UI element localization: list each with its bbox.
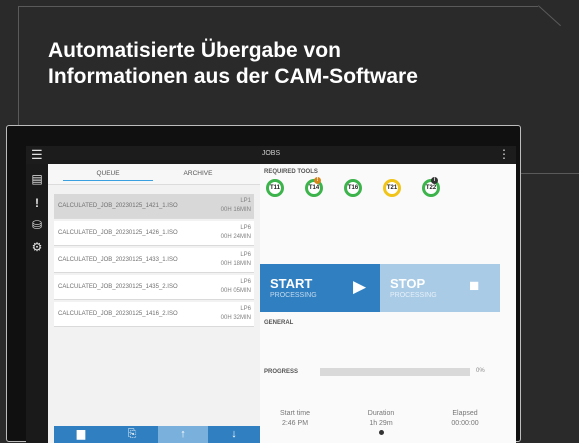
job-machine: LP6	[240, 306, 251, 312]
start-time-label: Start time	[280, 410, 310, 417]
tab-archive[interactable]: ARCHIVE	[153, 170, 243, 177]
job-meta: LP6 00H 05MIN	[221, 278, 251, 296]
background-frame-line	[520, 173, 579, 174]
job-machine: LP1	[240, 198, 251, 204]
start-time-value: 2:46 PM	[281, 420, 309, 427]
tool-indicator: T11	[266, 179, 284, 197]
tablet-device: ☰ JOBS ⋮ ▤ ! ⛁ ⚙ QUEUE ARCHIVE CALCULATE…	[6, 125, 521, 443]
job-action-bar: ▆ ⎘ ↑ ↓	[54, 426, 260, 443]
tool-label: T11	[269, 185, 280, 191]
job-machine: LP6	[240, 279, 251, 285]
background-frame-line	[538, 5, 561, 27]
job-machine: LP6	[240, 225, 251, 231]
job-list-panel: QUEUE ARCHIVE CALCULATED_JOB_20230125_14…	[48, 164, 260, 443]
settings-icon[interactable]: ⚙	[26, 240, 48, 254]
headline: Automatisierte Übergabe von Informatione…	[48, 38, 528, 90]
duration-label: Duration	[367, 410, 395, 417]
job-meta: LP6 00H 24MIN	[221, 224, 251, 242]
required-tools-label: REQUIRED TOOLS	[264, 169, 318, 175]
tool-indicator: T22 i	[422, 177, 440, 197]
start-button-label: START	[270, 276, 313, 291]
job-time: 00H 18MIN	[220, 261, 251, 267]
job-meta: LP6 00H 18MIN	[221, 251, 251, 269]
job-detail-panel: REQUIRED TOOLS T11 T14 ! T16 T21 T22 i S…	[260, 164, 516, 443]
job-meta: LP6 00H 32MIN	[221, 305, 251, 323]
info-badge-icon: i	[431, 177, 438, 184]
list-icon[interactable]: ▤	[26, 172, 48, 186]
job-row[interactable]: CALCULATED_JOB_20230125_1433_1.ISO LP6 0…	[54, 248, 254, 273]
job-name: CALCULATED_JOB_20230125_1435_2.ISO	[58, 284, 178, 290]
tool-label: T16	[347, 185, 359, 191]
database-icon[interactable]: ⛁	[26, 218, 48, 232]
stop-icon: ■	[469, 276, 480, 295]
background-frame-line	[18, 6, 538, 7]
job-row[interactable]: CALCULATED_JOB_20230125_1416_2.ISO LP6 0…	[54, 302, 254, 327]
job-row[interactable]: CALCULATED_JOB_20230125_1435_2.ISO LP6 0…	[54, 275, 254, 300]
tool-label: T21	[386, 185, 398, 191]
more-options-icon[interactable]: ⋮	[498, 147, 510, 161]
progress-label: PROGRESS	[264, 369, 299, 375]
page-indicator[interactable]	[379, 430, 384, 435]
job-name: CALCULATED_JOB_20230125_1416_2.ISO	[58, 311, 178, 317]
tool-label: T22	[425, 185, 437, 191]
progress-bar	[320, 368, 470, 376]
move-up-icon[interactable]: ↑	[158, 426, 208, 443]
start-processing-button[interactable]: START PROCESSING ▶	[260, 264, 380, 312]
job-machine: LP6	[240, 252, 251, 258]
headline-line-2: Informationen aus der CAM-Software	[48, 65, 418, 88]
tool-indicator: T14 !	[305, 177, 323, 197]
stop-button-label: STOP	[390, 276, 426, 291]
job-time: 00H 05MIN	[220, 288, 251, 294]
headline-line-1: Automatisierte Übergabe von	[48, 39, 341, 62]
sidebar: ▤ ! ⛁ ⚙	[26, 164, 48, 443]
page-title: JOBS	[261, 150, 281, 157]
start-button-sublabel: PROCESSING	[270, 292, 317, 299]
job-name: CALCULATED_JOB_20230125_1426_1.ISO	[58, 230, 178, 236]
tool-indicator: T21	[383, 179, 401, 197]
stop-button-sublabel: PROCESSING	[390, 292, 437, 299]
duration-stat: Duration 1h 29m	[351, 409, 411, 429]
move-down-icon[interactable]: ↓	[209, 426, 259, 443]
app-screen: ☰ JOBS ⋮ ▤ ! ⛁ ⚙ QUEUE ARCHIVE CALCULATE…	[26, 146, 516, 443]
job-row[interactable]: CALCULATED_JOB_20230125_1426_1.ISO LP6 0…	[54, 221, 254, 246]
warning-badge-icon: !	[314, 177, 321, 184]
tab-bar: QUEUE ARCHIVE	[48, 164, 260, 185]
general-label: GENERAL	[264, 320, 294, 326]
background-frame-line	[18, 6, 19, 126]
tool-indicator: T16	[344, 179, 362, 197]
stop-processing-button[interactable]: STOP PROCESSING ■	[380, 264, 500, 312]
import-icon[interactable]: ⎘	[107, 426, 157, 443]
folder-icon[interactable]: ▆	[56, 426, 106, 443]
job-name: CALCULATED_JOB_20230125_1421_1.ISO	[58, 203, 178, 209]
job-meta: LP1 00H 16MIN	[221, 197, 251, 215]
alert-icon[interactable]: !	[26, 196, 48, 210]
tab-queue[interactable]: QUEUE	[63, 170, 153, 181]
job-time: 00H 32MIN	[220, 315, 251, 321]
elapsed-label: Elapsed	[452, 410, 478, 417]
elapsed-value: 00:00:00	[451, 420, 479, 427]
tool-label: T14	[308, 185, 320, 191]
job-row[interactable]: CALCULATED_JOB_20230125_1421_1.ISO LP1 0…	[54, 194, 254, 219]
job-time: 00H 16MIN	[220, 207, 251, 213]
start-time-stat: Start time 2:46 PM	[265, 409, 325, 429]
top-bar: ☰ JOBS ⋮	[26, 146, 516, 164]
job-time: 00H 24MIN	[220, 234, 251, 240]
job-name: CALCULATED_JOB_20230125_1433_1.ISO	[58, 257, 178, 263]
duration-value: 1h 29m	[369, 420, 393, 427]
progress-value: 0%	[476, 368, 485, 374]
play-icon: ▶	[353, 277, 367, 296]
elapsed-stat: Elapsed 00:00:00	[435, 409, 495, 429]
